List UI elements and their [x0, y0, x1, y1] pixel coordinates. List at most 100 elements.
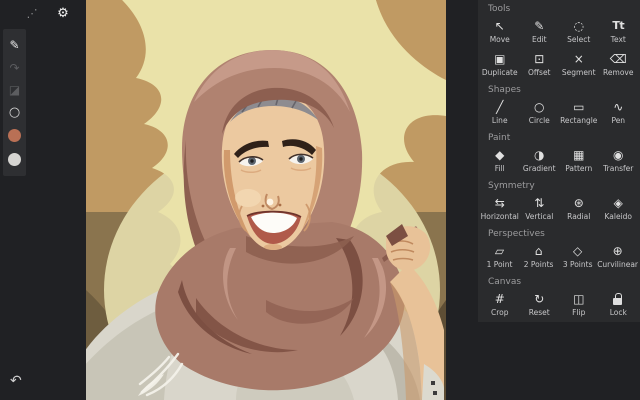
- tool-label: Text: [610, 35, 626, 44]
- edit-icon: ✎: [534, 19, 545, 33]
- offset-icon: ⊡: [534, 52, 545, 66]
- rectangle-icon: ▭: [573, 100, 585, 114]
- paint-transfer[interactable]: ◉ Transfer: [599, 144, 639, 177]
- tool-label: Rectangle: [560, 116, 598, 125]
- perspective-1-point[interactable]: ▱ 1 Point: [480, 240, 519, 273]
- symmetry-horizontal[interactable]: ⇆ Horizontal: [480, 192, 520, 225]
- tool-text[interactable]: Tt Text: [599, 15, 639, 48]
- redo-icon[interactable]: ↷: [9, 62, 19, 74]
- shape-circle[interactable]: ○ Circle: [520, 96, 560, 129]
- tool-segment[interactable]: × Segment: [559, 48, 599, 81]
- tool-label: Line: [491, 116, 508, 125]
- app-window: ⋰ ⚙ ✎ ↷ ◪ ○ ↶ Tools ↖ Move ✎ Edit ◌ Sele…: [0, 0, 640, 400]
- reset-icon: ↻: [534, 292, 545, 306]
- section-title-symmetry: Symmetry: [488, 181, 535, 191]
- tool-label: Vertical: [525, 212, 554, 221]
- paint-pattern[interactable]: ▦ Pattern: [559, 144, 599, 177]
- section-title-perspectives: Perspectives: [488, 229, 545, 239]
- tool-label: Remove: [603, 68, 634, 77]
- tool-edit[interactable]: ✎ Edit: [520, 15, 560, 48]
- perspective-curvilinear[interactable]: ⊕ Curvilinear: [597, 240, 638, 273]
- perspective-3-points[interactable]: ◇ 3 Points: [558, 240, 597, 273]
- tools-panel: Tools ↖ Move ✎ Edit ◌ Select Tt Text ▣ D…: [478, 0, 640, 322]
- undo-button[interactable]: ↶: [10, 372, 22, 389]
- section-title-canvas: Canvas: [488, 277, 522, 287]
- tool-label: Horizontal: [480, 212, 519, 221]
- left-toolbar: ✎ ↷ ◪ ○: [3, 29, 26, 176]
- paint-grid: ◆ Fill ◑ Gradient ▦ Pattern ◉ Transfer: [478, 144, 640, 177]
- section-title-shapes: Shapes: [488, 85, 521, 95]
- tool-move[interactable]: ↖ Move: [480, 15, 520, 48]
- duplicate-icon: ▣: [494, 52, 506, 66]
- perspective-2-points[interactable]: ⌂ 2 Points: [519, 240, 558, 273]
- tool-label: Reset: [528, 308, 550, 317]
- shape-pen[interactable]: ∿ Pen: [599, 96, 639, 129]
- tool-label: Edit: [531, 35, 547, 44]
- canvas-flip[interactable]: ◫ Flip: [559, 288, 599, 321]
- canvas-reset[interactable]: ↻ Reset: [520, 288, 560, 321]
- tool-label: Pattern: [565, 164, 593, 173]
- circle-icon: ○: [534, 100, 545, 114]
- text-icon: Tt: [612, 19, 625, 32]
- tool-remove[interactable]: ⌫ Remove: [599, 48, 639, 81]
- symmetry-grid: ⇆ Horizontal ⇅ Vertical ⊛ Radial ◈ Kalei…: [478, 192, 640, 225]
- select-lasso-icon: ◌: [573, 19, 584, 33]
- primary-color-swatch[interactable]: [8, 129, 21, 143]
- curvilinear-icon: ⊕: [612, 244, 623, 258]
- tool-label: Pen: [611, 116, 626, 125]
- section-title-paint: Paint: [488, 133, 511, 143]
- fill-icon: ◆: [495, 148, 505, 162]
- gradient-icon: ◑: [534, 148, 545, 162]
- canvas-lock[interactable]: Lock: [599, 288, 639, 321]
- lock-icon: [613, 292, 624, 306]
- vertical-symmetry-icon: ⇅: [534, 196, 545, 210]
- symmetry-kaleido[interactable]: ◈ Kaleido: [599, 192, 639, 225]
- layout-toggle-icon[interactable]: ⋰: [24, 5, 40, 21]
- eraser-icon[interactable]: ◪: [9, 84, 20, 96]
- tool-label: Kaleido: [604, 212, 632, 221]
- tool-label: Segment: [561, 68, 596, 77]
- shapes-grid: ╱ Line ○ Circle ▭ Rectangle ∿ Pen: [478, 96, 640, 129]
- kaleido-icon: ◈: [613, 196, 623, 210]
- tool-label: Select: [567, 35, 591, 44]
- tool-duplicate[interactable]: ▣ Duplicate: [480, 48, 520, 81]
- shape-rectangle[interactable]: ▭ Rectangle: [559, 96, 599, 129]
- canvas-crop[interactable]: # Crop: [480, 288, 520, 321]
- tool-label: Lock: [609, 308, 627, 317]
- tool-label: 3 Points: [562, 260, 593, 269]
- settings-gear-icon[interactable]: ⚙: [55, 5, 71, 21]
- tool-label: Move: [489, 35, 510, 44]
- section-title-tools: Tools: [488, 4, 511, 14]
- pattern-icon: ▦: [573, 148, 585, 162]
- tool-label: 1 Point: [486, 260, 513, 269]
- move-icon: ↖: [494, 19, 505, 33]
- segment-icon: ×: [573, 52, 584, 66]
- tool-label: Curvilinear: [597, 260, 638, 269]
- tool-label: Flip: [572, 308, 586, 317]
- paint-gradient[interactable]: ◑ Gradient: [520, 144, 560, 177]
- line-icon: ╱: [496, 100, 504, 114]
- transfer-icon: ◉: [613, 148, 624, 162]
- tools-grid: ↖ Move ✎ Edit ◌ Select Tt Text ▣ Duplica…: [478, 15, 640, 81]
- one-point-icon: ▱: [494, 244, 505, 258]
- paint-fill[interactable]: ◆ Fill: [480, 144, 520, 177]
- pen-curve-icon: ∿: [613, 100, 624, 114]
- drawing-canvas[interactable]: [86, 0, 446, 400]
- tool-label: Offset: [527, 68, 551, 77]
- secondary-color-swatch[interactable]: [8, 152, 21, 166]
- tool-select[interactable]: ◌ Select: [559, 15, 599, 48]
- crop-icon: #: [494, 292, 505, 306]
- symmetry-vertical[interactable]: ⇅ Vertical: [520, 192, 560, 225]
- remove-eraser-icon: ⌫: [609, 52, 627, 66]
- stroke-ring-icon[interactable]: ○: [9, 106, 20, 119]
- symmetry-radial[interactable]: ⊛ Radial: [559, 192, 599, 225]
- horizontal-symmetry-icon: ⇆: [494, 196, 505, 210]
- tool-label: Radial: [567, 212, 591, 221]
- brush-tool-icon[interactable]: ✎: [9, 39, 19, 51]
- tool-offset[interactable]: ⊡ Offset: [520, 48, 560, 81]
- three-points-icon: ◇: [573, 244, 583, 258]
- canvas-grid: # Crop ↻ Reset ◫ Flip Lock: [478, 288, 640, 321]
- radial-symmetry-icon: ⊛: [573, 196, 584, 210]
- flip-icon: ◫: [573, 292, 585, 306]
- shape-line[interactable]: ╱ Line: [480, 96, 520, 129]
